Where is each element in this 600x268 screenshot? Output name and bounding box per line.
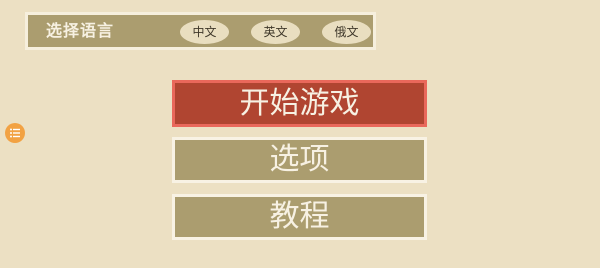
language-option-russian[interactable]: 俄文 xyxy=(322,20,371,44)
language-selector: 选择语言 中文 英文 俄文 xyxy=(25,12,376,50)
language-selector-title: 选择语言 xyxy=(46,21,115,40)
options-button[interactable]: 选项 xyxy=(172,137,427,183)
start-game-label: 开始游戏 xyxy=(239,86,360,121)
tutorial-button[interactable]: 教程 xyxy=(172,194,427,240)
side-menu-button[interactable] xyxy=(5,123,25,143)
list-menu-icon xyxy=(10,128,20,138)
language-option-english[interactable]: 英文 xyxy=(251,20,300,44)
start-game-button[interactable]: 开始游戏 xyxy=(172,80,427,127)
options-label: 选项 xyxy=(269,142,330,177)
language-option-chinese[interactable]: 中文 xyxy=(180,20,229,44)
tutorial-label: 教程 xyxy=(269,199,330,234)
